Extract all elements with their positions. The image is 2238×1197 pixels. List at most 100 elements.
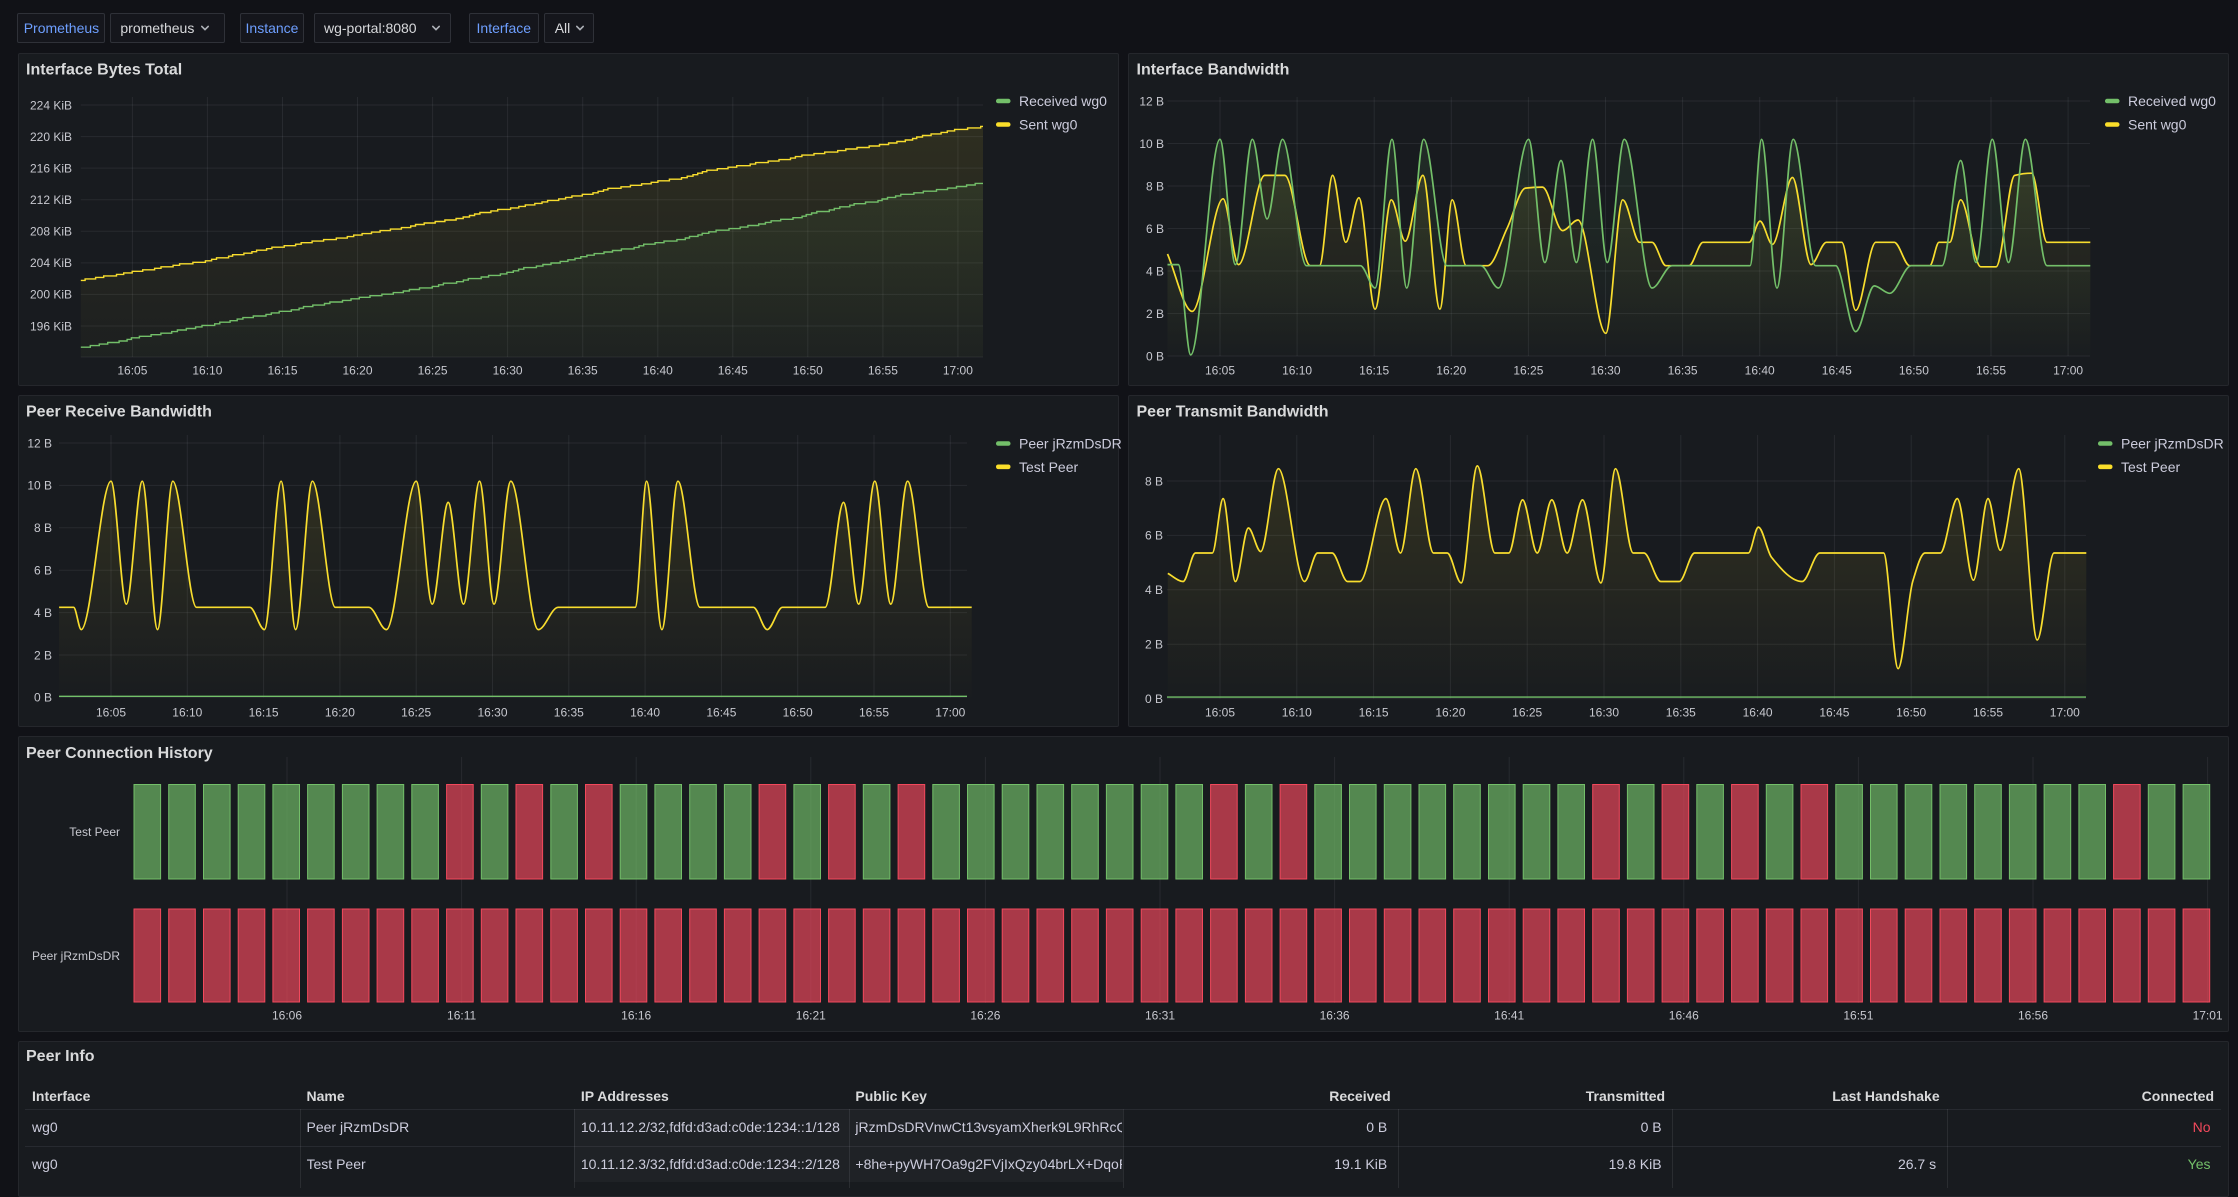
svg-text:12 B: 12 B — [27, 436, 52, 450]
svg-text:16:40: 16:40 — [1745, 364, 1775, 378]
svg-text:16:30: 16:30 — [1590, 364, 1620, 378]
svg-text:6 B: 6 B — [34, 564, 52, 578]
svg-text:16:50: 16:50 — [783, 706, 813, 720]
svg-text:Interface Bandwidth: Interface Bandwidth — [1137, 61, 1290, 78]
svg-text:2 B: 2 B — [1146, 307, 1164, 321]
svg-text:8 B: 8 B — [34, 521, 52, 535]
svg-text:17:00: 17:00 — [943, 364, 973, 378]
svg-text:16:55: 16:55 — [868, 364, 898, 378]
svg-text:16:45: 16:45 — [1819, 706, 1849, 720]
svg-text:16:10: 16:10 — [192, 364, 222, 378]
svg-text:16:41: 16:41 — [1494, 1009, 1524, 1023]
svg-text:Peer jRzmDsDR: Peer jRzmDsDR — [32, 949, 120, 963]
svg-text:216 KiB: 216 KiB — [30, 161, 72, 175]
svg-text:196 KiB: 196 KiB — [30, 319, 72, 333]
svg-text:208 KiB: 208 KiB — [30, 225, 72, 239]
svg-text:16:25: 16:25 — [401, 706, 431, 720]
svg-text:16:45: 16:45 — [1822, 364, 1852, 378]
svg-text:2 B: 2 B — [34, 648, 52, 662]
svg-text:12 B: 12 B — [1139, 94, 1164, 108]
svg-text:16:05: 16:05 — [96, 706, 126, 720]
svg-text:10 B: 10 B — [27, 479, 52, 493]
svg-text:16:35: 16:35 — [1668, 364, 1698, 378]
svg-text:16:11: 16:11 — [447, 1009, 476, 1023]
svg-text:Test Peer: Test Peer — [69, 825, 120, 839]
svg-text:16:15: 16:15 — [1359, 706, 1389, 720]
svg-text:16:05: 16:05 — [1205, 706, 1235, 720]
svg-text:4 B: 4 B — [34, 606, 52, 620]
svg-text:204 KiB: 204 KiB — [30, 256, 72, 270]
svg-text:16:31: 16:31 — [1145, 1009, 1175, 1023]
svg-text:16:10: 16:10 — [1282, 706, 1312, 720]
svg-text:16:10: 16:10 — [1282, 364, 1312, 378]
svg-text:16:25: 16:25 — [418, 364, 448, 378]
svg-text:16:36: 16:36 — [1320, 1009, 1350, 1023]
svg-text:200 KiB: 200 KiB — [30, 288, 72, 302]
svg-text:6 B: 6 B — [1145, 529, 1163, 543]
svg-text:16:30: 16:30 — [1589, 706, 1619, 720]
svg-text:4 B: 4 B — [1145, 583, 1163, 597]
svg-text:16:35: 16:35 — [554, 706, 584, 720]
svg-text:220 KiB: 220 KiB — [30, 130, 72, 144]
svg-text:16:15: 16:15 — [249, 706, 279, 720]
svg-text:16:26: 16:26 — [970, 1009, 1000, 1023]
svg-text:16:16: 16:16 — [621, 1009, 651, 1023]
svg-text:16:55: 16:55 — [1973, 706, 2003, 720]
svg-text:16:51: 16:51 — [1843, 1009, 1873, 1023]
svg-text:16:35: 16:35 — [1666, 706, 1696, 720]
svg-text:16:46: 16:46 — [1669, 1009, 1699, 1023]
svg-text:0 B: 0 B — [34, 691, 52, 705]
svg-text:16:20: 16:20 — [325, 706, 355, 720]
svg-text:6 B: 6 B — [1146, 222, 1164, 236]
svg-text:17:00: 17:00 — [935, 706, 965, 720]
svg-text:10 B: 10 B — [1139, 137, 1164, 151]
svg-text:16:55: 16:55 — [859, 706, 889, 720]
svg-text:16:45: 16:45 — [706, 706, 736, 720]
svg-text:17:00: 17:00 — [2050, 706, 2080, 720]
svg-text:16:40: 16:40 — [643, 364, 673, 378]
svg-text:16:45: 16:45 — [718, 364, 748, 378]
svg-text:Sent wg0: Sent wg0 — [2128, 117, 2187, 133]
svg-text:16:30: 16:30 — [477, 706, 507, 720]
svg-text:16:20: 16:20 — [1435, 706, 1465, 720]
svg-text:16:30: 16:30 — [493, 364, 523, 378]
svg-text:16:20: 16:20 — [342, 364, 372, 378]
svg-text:16:35: 16:35 — [568, 364, 598, 378]
svg-text:17:01: 17:01 — [2193, 1009, 2223, 1023]
svg-text:212 KiB: 212 KiB — [30, 193, 72, 207]
svg-text:16:10: 16:10 — [172, 706, 202, 720]
svg-text:16:05: 16:05 — [1205, 364, 1235, 378]
svg-text:16:56: 16:56 — [2018, 1009, 2048, 1023]
svg-text:Test Peer: Test Peer — [2121, 459, 2180, 475]
svg-text:16:25: 16:25 — [1513, 364, 1543, 378]
svg-text:Peer jRzmDsDR: Peer jRzmDsDR — [1019, 436, 1122, 452]
svg-text:16:05: 16:05 — [117, 364, 147, 378]
svg-text:16:20: 16:20 — [1436, 364, 1466, 378]
svg-text:Peer Receive Bandwidth: Peer Receive Bandwidth — [26, 403, 212, 420]
svg-text:Peer jRzmDsDR: Peer jRzmDsDR — [2121, 436, 2224, 452]
svg-text:16:50: 16:50 — [1899, 364, 1929, 378]
svg-text:16:25: 16:25 — [1512, 706, 1542, 720]
svg-text:16:55: 16:55 — [1976, 364, 2006, 378]
svg-text:0 B: 0 B — [1145, 692, 1163, 706]
svg-text:8 B: 8 B — [1146, 179, 1164, 193]
svg-text:Sent wg0: Sent wg0 — [1019, 117, 1078, 133]
svg-text:16:40: 16:40 — [1743, 706, 1773, 720]
svg-text:0 B: 0 B — [1146, 349, 1164, 363]
svg-text:16:21: 16:21 — [796, 1009, 826, 1023]
svg-text:16:40: 16:40 — [630, 706, 660, 720]
svg-text:4 B: 4 B — [1146, 264, 1164, 278]
svg-text:17:00: 17:00 — [2053, 364, 2083, 378]
svg-text:Test Peer: Test Peer — [1019, 459, 1078, 475]
svg-text:16:50: 16:50 — [1896, 706, 1926, 720]
svg-text:16:50: 16:50 — [793, 364, 823, 378]
svg-text:16:15: 16:15 — [1359, 364, 1389, 378]
svg-text:Received wg0: Received wg0 — [2128, 93, 2216, 109]
svg-text:224 KiB: 224 KiB — [30, 98, 72, 112]
svg-text:Peer Connection History: Peer Connection History — [26, 745, 213, 762]
svg-text:16:15: 16:15 — [267, 364, 297, 378]
svg-text:Peer Transmit Bandwidth: Peer Transmit Bandwidth — [1137, 403, 1329, 420]
svg-text:8 B: 8 B — [1145, 474, 1163, 488]
svg-text:16:06: 16:06 — [272, 1009, 302, 1023]
svg-text:Received wg0: Received wg0 — [1019, 93, 1107, 109]
